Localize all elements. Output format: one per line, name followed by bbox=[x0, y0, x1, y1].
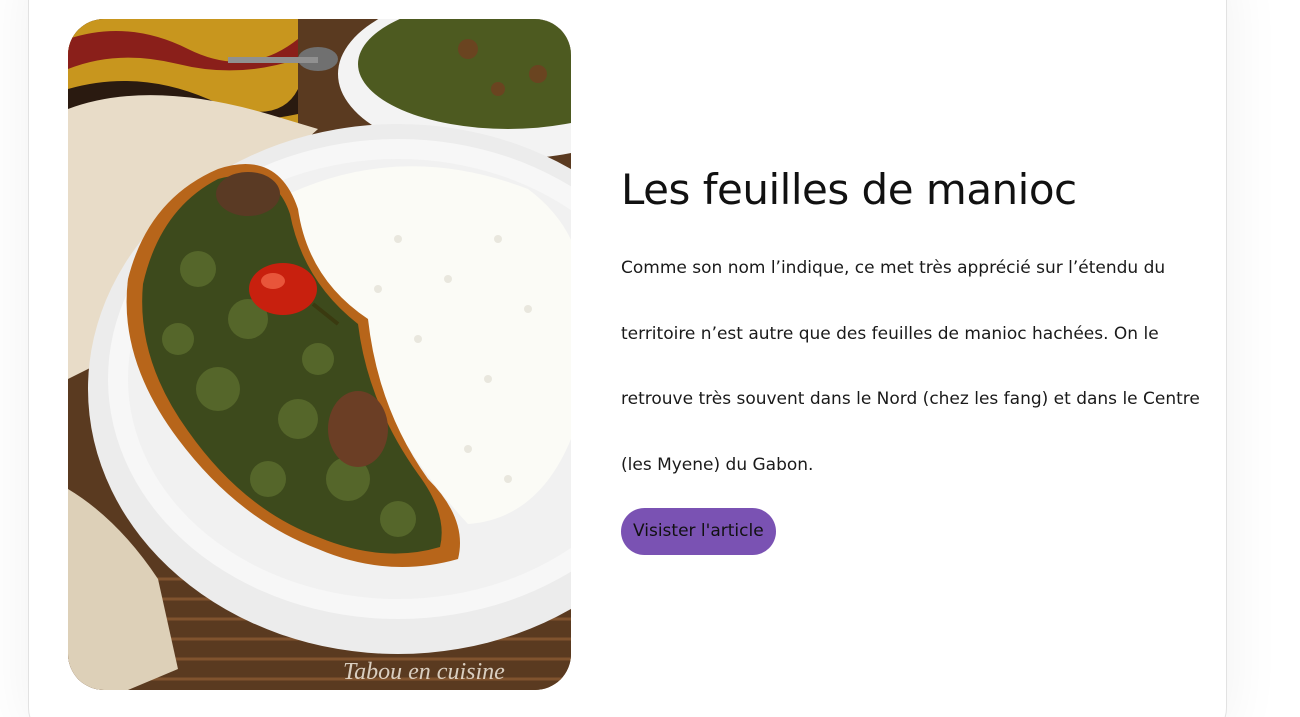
visit-article-button[interactable]: Visister l'article bbox=[621, 508, 776, 555]
article-content: Les feuilles de manioc Comme son nom l’i… bbox=[621, 160, 1221, 555]
article-description: Comme son nom l’indique, ce met très app… bbox=[621, 258, 1200, 475]
dish-illustration: Tabou en cuisine bbox=[68, 19, 571, 690]
photo-watermark: Tabou en cuisine bbox=[343, 659, 505, 685]
article-photo: Tabou en cuisine bbox=[68, 19, 571, 690]
article-title: Les feuilles de manioc bbox=[621, 165, 1077, 214]
page: Tabou en cuisine Les feuilles de manioc … bbox=[0, 0, 1300, 717]
